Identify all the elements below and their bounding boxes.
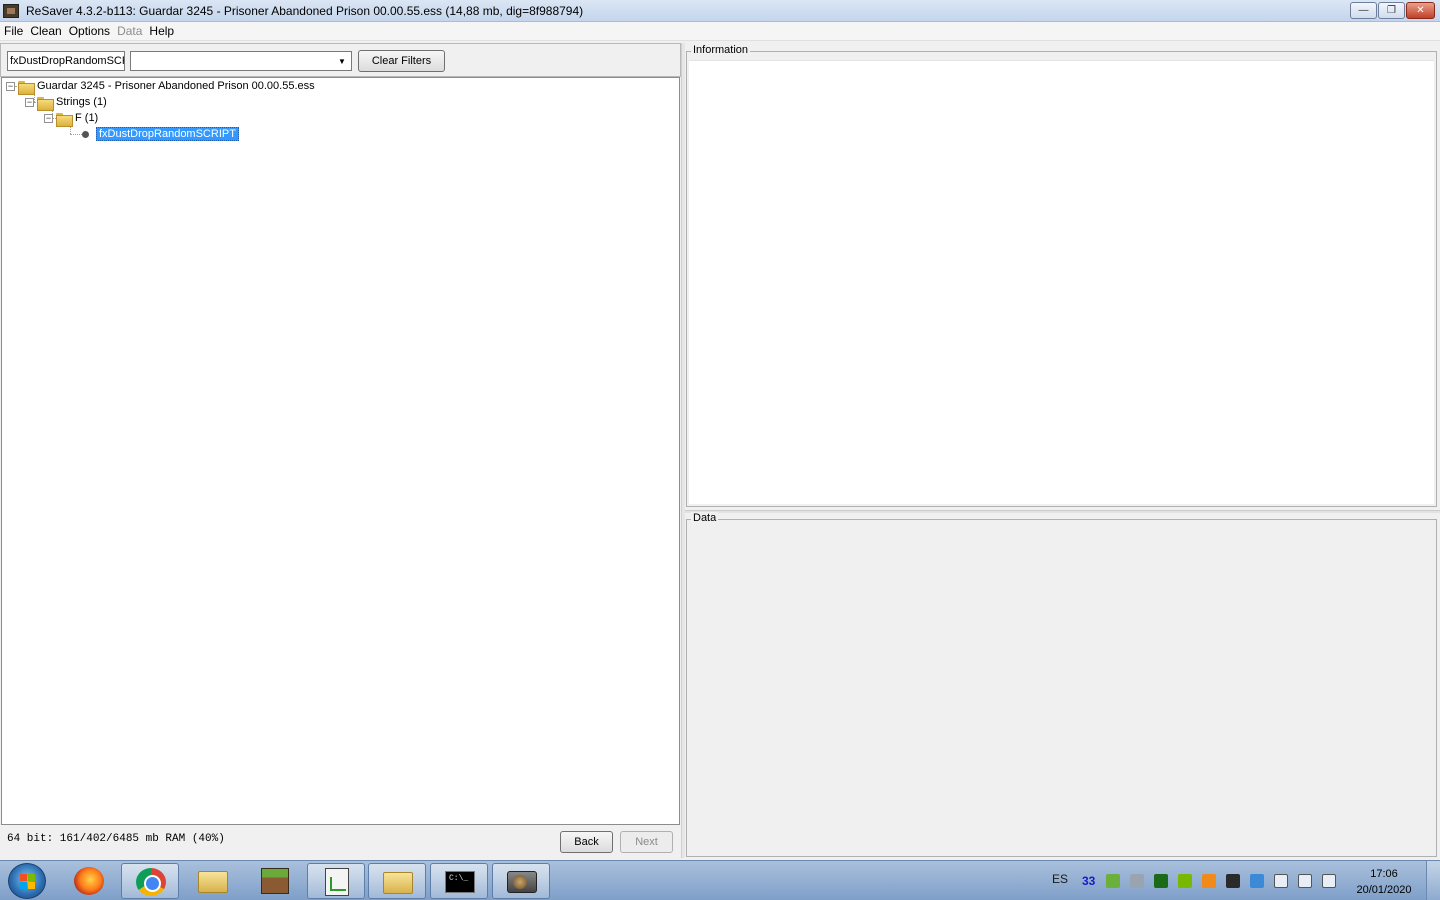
right-splitter[interactable] xyxy=(685,510,1440,513)
start-button[interactable] xyxy=(8,863,46,899)
notepad-icon xyxy=(325,868,349,896)
network-icon[interactable] xyxy=(1298,874,1312,888)
tray-tool-icon[interactable] xyxy=(1130,874,1144,888)
tray-monitor-icon[interactable] xyxy=(1226,874,1240,888)
grass-block-icon xyxy=(261,868,289,894)
restore-button[interactable]: ❐ xyxy=(1378,2,1405,19)
taskbar-firefox[interactable] xyxy=(60,863,118,899)
window-controls: — ❐ ✕ xyxy=(1350,2,1435,19)
nvidia-icon[interactable] xyxy=(1178,874,1192,888)
window-title: ReSaver 4.3.2-b113: Guardar 3245 - Priso… xyxy=(26,3,584,18)
app-icon xyxy=(3,3,19,18)
show-desktop-button[interactable] xyxy=(1426,861,1440,900)
memory-status: 64 bit: 161/402/6485 mb RAM (40%) xyxy=(7,833,225,845)
disk-icon xyxy=(507,871,537,893)
tree-node-f[interactable]: − F (1) xyxy=(44,110,99,127)
tree-node-root[interactable]: − Guardar 3245 - Prisoner Abandoned Pris… xyxy=(6,78,315,95)
taskbar-cmd[interactable] xyxy=(430,863,488,899)
tree-node-label: F (1) xyxy=(75,112,99,124)
terminal-icon xyxy=(445,871,475,893)
taskbar-notepad[interactable] xyxy=(307,863,365,899)
tree-node-strings[interactable]: − Strings (1) xyxy=(25,94,107,111)
firefox-icon xyxy=(74,867,104,895)
taskbar-explorer[interactable] xyxy=(184,863,242,899)
tree-node-leaf[interactable]: fxDustDropRandomSCRIPT xyxy=(80,126,239,142)
tray-chip-icon[interactable] xyxy=(1154,874,1168,888)
folder-icon xyxy=(18,80,35,95)
utorrent-icon[interactable] xyxy=(1106,874,1120,888)
clock-time: 17:06 xyxy=(1370,868,1398,880)
clock-date: 20/01/2020 xyxy=(1356,884,1412,896)
menu-data[interactable]: Data xyxy=(117,24,146,38)
leaf-bullet-icon xyxy=(82,130,89,138)
next-button[interactable]: Next xyxy=(620,831,673,853)
left-panel: fxDustDropRandomSCR ▼ Clear Filters − Gu… xyxy=(0,43,681,858)
folder-icon xyxy=(56,112,73,127)
collapse-icon[interactable]: − xyxy=(6,81,15,91)
collapse-icon[interactable]: − xyxy=(44,113,53,123)
tree-node-label: Guardar 3245 - Prisoner Abandoned Prison… xyxy=(37,80,315,92)
minimize-button[interactable]: — xyxy=(1350,2,1377,19)
data-legend: Data xyxy=(691,512,719,524)
menu-file[interactable]: File xyxy=(4,24,27,38)
tree-node-label-selected: fxDustDropRandomSCRIPT xyxy=(96,127,239,141)
information-legend: Information xyxy=(691,44,751,56)
volume-icon[interactable] xyxy=(1274,874,1288,888)
clear-filters-button[interactable]: Clear Filters xyxy=(358,50,445,72)
filter-combo[interactable]: ▼ xyxy=(130,51,352,71)
taskbar-resaver[interactable] xyxy=(492,863,550,899)
menu-help[interactable]: Help xyxy=(149,24,178,38)
language-indicator[interactable]: ES xyxy=(1052,872,1068,886)
filter-text-input[interactable]: fxDustDropRandomSCR xyxy=(7,51,125,71)
back-button[interactable]: Back xyxy=(560,831,613,853)
tree-node-label: Strings (1) xyxy=(56,96,107,108)
tray-counter[interactable]: 33 xyxy=(1082,874,1095,888)
windows-logo-icon xyxy=(20,874,36,890)
information-content[interactable] xyxy=(689,60,1434,504)
status-bar: 64 bit: 161/402/6485 mb RAM (40%) Back N… xyxy=(0,825,681,858)
flag-icon[interactable] xyxy=(1322,874,1336,888)
menu-bar: File Clean Options Data Help xyxy=(0,22,1440,41)
information-panel: Information xyxy=(686,44,1437,507)
panel-splitter[interactable] xyxy=(681,43,685,858)
tray-blue-icon[interactable] xyxy=(1250,874,1264,888)
menu-options[interactable]: Options xyxy=(69,24,114,38)
taskbar: ES 33 17:06 20/01/2020 xyxy=(0,860,1440,900)
filter-bar: fxDustDropRandomSCR ▼ Clear Filters xyxy=(0,43,681,77)
taskbar-explorer-2[interactable] xyxy=(368,863,426,899)
folder-icon xyxy=(383,872,413,894)
title-bar: ReSaver 4.3.2-b113: Guardar 3245 - Priso… xyxy=(0,0,1440,22)
close-button[interactable]: ✕ xyxy=(1406,2,1435,19)
folder-icon xyxy=(37,96,54,111)
chevron-down-icon[interactable]: ▼ xyxy=(336,52,348,70)
system-clock[interactable]: 17:06 20/01/2020 xyxy=(1352,866,1416,898)
data-panel: Data xyxy=(686,512,1437,857)
save-tree[interactable]: − Guardar 3245 - Prisoner Abandoned Pris… xyxy=(1,77,680,825)
collapse-icon[interactable]: − xyxy=(25,97,34,107)
menu-clean[interactable]: Clean xyxy=(30,24,65,38)
taskbar-minecraft[interactable] xyxy=(246,863,304,899)
tray-orange-icon[interactable] xyxy=(1202,874,1216,888)
folder-icon xyxy=(198,871,228,893)
taskbar-chrome[interactable] xyxy=(121,863,179,899)
chrome-icon xyxy=(136,868,166,896)
